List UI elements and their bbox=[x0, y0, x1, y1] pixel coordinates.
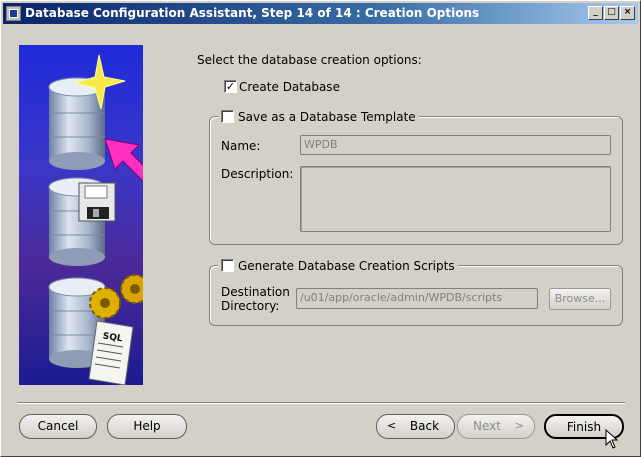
description-label: Description: bbox=[221, 167, 294, 181]
help-button[interactable]: Help bbox=[107, 414, 187, 439]
destination-label-line2: Directory: bbox=[221, 299, 280, 313]
floppy-disk-icon bbox=[78, 182, 116, 222]
generate-scripts-checkbox[interactable] bbox=[221, 259, 234, 272]
gear-icon bbox=[89, 287, 121, 319]
generate-scripts-label[interactable]: Generate Database Creation Scripts bbox=[238, 259, 455, 273]
browse-button[interactable]: Browse... bbox=[549, 288, 611, 310]
window-title: Database Configuration Assistant, Step 1… bbox=[25, 6, 480, 20]
destination-label-line1: Destination bbox=[221, 285, 290, 299]
app-icon bbox=[6, 6, 21, 21]
create-database-checkbox[interactable]: ✓ bbox=[224, 80, 237, 93]
create-database-label[interactable]: Create Database bbox=[239, 80, 340, 94]
pink-arrow-icon bbox=[104, 138, 143, 182]
save-template-checkbox[interactable] bbox=[221, 110, 234, 123]
cancel-button[interactable]: Cancel bbox=[19, 414, 97, 439]
database-illustration: SQL bbox=[48, 54, 143, 385]
back-label: Back bbox=[409, 419, 440, 433]
wizard-illustration: SQL bbox=[19, 45, 143, 385]
save-template-label[interactable]: Save as a Database Template bbox=[238, 110, 416, 124]
close-button[interactable]: × bbox=[620, 6, 635, 20]
options-prompt: Select the database creation options: bbox=[197, 53, 422, 67]
template-name-input[interactable]: WPDB bbox=[300, 135, 611, 155]
destination-directory-input[interactable]: /u01/app/oracle/admin/WPDB/scripts bbox=[296, 288, 538, 309]
minimize-button[interactable]: _ bbox=[588, 6, 603, 20]
name-label: Name: bbox=[221, 139, 261, 153]
back-chevron-icon: < bbox=[387, 419, 397, 432]
next-chevron-icon: > bbox=[514, 419, 524, 432]
footer-separator bbox=[17, 402, 625, 404]
mouse-cursor-icon bbox=[605, 429, 619, 449]
gear-icon bbox=[120, 274, 143, 304]
title-bar[interactable]: Database Configuration Assistant, Step 1… bbox=[3, 3, 638, 24]
back-button[interactable]: < Back bbox=[376, 414, 455, 439]
scripts-group-header: Generate Database Creation Scripts bbox=[218, 257, 458, 273]
dialog-window: Database Configuration Assistant, Step 1… bbox=[0, 0, 641, 457]
template-description-textarea[interactable] bbox=[300, 166, 611, 232]
sql-scroll-icon: SQL bbox=[88, 320, 134, 385]
next-button[interactable]: Next > bbox=[457, 414, 535, 439]
maximize-button[interactable]: □ bbox=[604, 6, 619, 20]
next-label: Next bbox=[473, 419, 501, 433]
template-group-header: Save as a Database Template bbox=[218, 108, 419, 124]
